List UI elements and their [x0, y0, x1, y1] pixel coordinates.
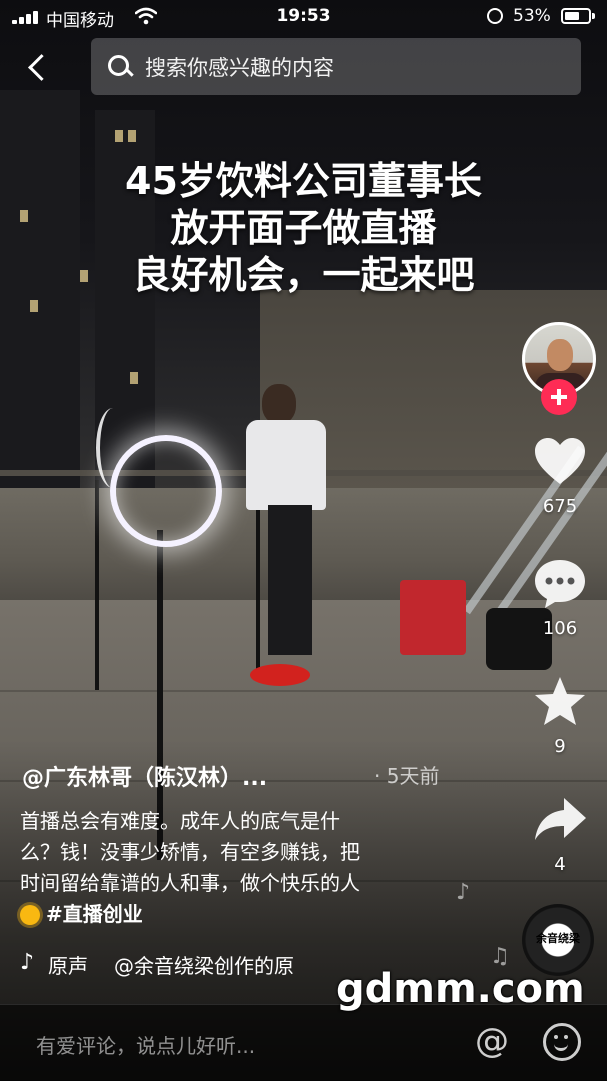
- red-stool: [400, 580, 466, 655]
- back-button[interactable]: [20, 44, 56, 92]
- description-line: 时间留给靠谱的人和事，做个快乐的人: [20, 871, 360, 895]
- avatar-face: [547, 339, 573, 371]
- comment-icon: [535, 560, 585, 608]
- favorite-button[interactable]: 9: [520, 674, 600, 757]
- search-icon: [107, 54, 133, 80]
- sun-emoji-icon: [20, 904, 40, 925]
- description-line: 首播总会有难度。成年人的底气是什: [20, 809, 340, 833]
- battery-icon: [561, 8, 591, 24]
- hashtag-link[interactable]: #直播创业: [46, 899, 143, 930]
- description-line: 么？钱！没事少矫情，有空多赚钱，把: [20, 840, 360, 864]
- comment-bar: 有爱评论，说点儿好听... @: [0, 1004, 607, 1081]
- heart-icon: [535, 438, 585, 484]
- rotation-lock-icon: [487, 8, 503, 24]
- hashtag-row: #直播创业: [20, 899, 480, 930]
- person-head: [262, 384, 296, 424]
- floor-tile-line: [0, 690, 607, 692]
- tripod-stand: [95, 480, 99, 690]
- post-time: · 5天前: [374, 764, 440, 788]
- author-line: @广东林哥（陈汉林）... · 5天前: [22, 760, 492, 792]
- building-window: [30, 300, 38, 312]
- battery-tip: [592, 13, 595, 19]
- sound-line[interactable]: 原声 @余音绕梁创作的原: [20, 950, 360, 979]
- sound-creator: @余音绕梁创作的原: [114, 954, 294, 978]
- search-input[interactable]: 搜索你感兴趣的内容: [91, 38, 581, 95]
- battery-percent: 53%: [513, 6, 551, 26]
- video-caption: 45岁饮料公司董事长 放开面子做直播 良好机会，一起来吧: [0, 158, 607, 299]
- follow-button[interactable]: [541, 379, 577, 415]
- building-window: [130, 372, 138, 384]
- share-icon: [535, 798, 586, 840]
- share-count: 4: [554, 854, 566, 875]
- person-shirt: [246, 420, 326, 510]
- post-description[interactable]: 首播总会有难度。成年人的底气是什 么？钱！没事少矫情，有空多赚钱，把 时间留给靠…: [20, 806, 480, 930]
- building-window: [128, 130, 136, 142]
- caption-line: 放开面子做直播: [170, 206, 437, 250]
- share-button[interactable]: 4: [520, 792, 600, 875]
- search-placeholder: 搜索你感兴趣的内容: [145, 55, 334, 80]
- like-count: 675: [542, 496, 578, 517]
- status-bar: 中国移动 19:53 53%: [0, 0, 607, 34]
- author-name[interactable]: @广东林哥（陈汉林）...: [22, 766, 267, 791]
- red-base: [250, 664, 310, 686]
- watermark: gdmm.com: [336, 966, 585, 1012]
- comment-button[interactable]: 106: [520, 556, 600, 639]
- at-mention-icon[interactable]: @: [472, 1021, 512, 1061]
- tiktok-note-icon: [20, 950, 38, 976]
- ring-light: [110, 435, 222, 547]
- sound-origin: 原声: [48, 954, 88, 978]
- comment-count: 106: [542, 618, 578, 639]
- star-icon: [535, 677, 585, 725]
- favorite-count: 9: [554, 736, 566, 757]
- like-button[interactable]: 675: [520, 434, 600, 517]
- building-window: [115, 130, 123, 142]
- emoji-icon[interactable]: [543, 1023, 581, 1061]
- music-disc-label: 余音绕梁: [536, 932, 580, 945]
- person-pants: [268, 505, 312, 655]
- comment-input[interactable]: 有爱评论，说点儿好听...: [36, 1030, 255, 1059]
- caption-line: 45岁饮料公司董事长: [125, 159, 482, 203]
- caption-line: 良好机会，一起来吧: [132, 253, 475, 297]
